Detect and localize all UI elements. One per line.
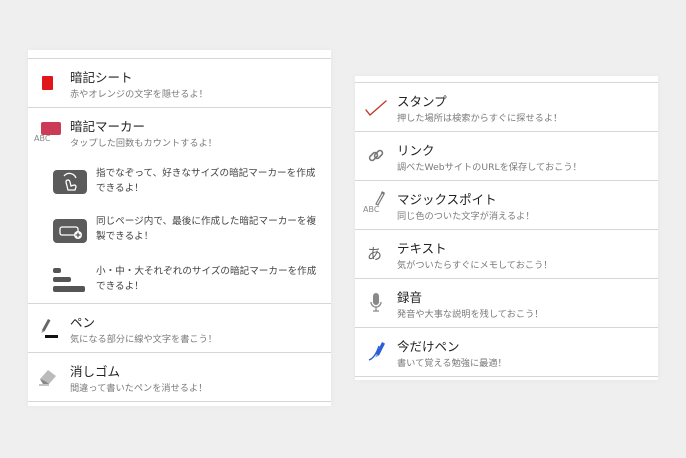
tool-title: 暗記シート [70, 70, 133, 85]
tool-desc: 調べたWebサイトのURLを保存しておこう！ [397, 162, 582, 173]
tool-desc: 気になる部分に線や文字を書こう！ [70, 334, 217, 345]
separator [28, 401, 331, 402]
tool-title: スタンプ [397, 94, 447, 109]
abc-label: ABC [363, 205, 380, 214]
tool-magic-eyedropper[interactable]: ABC マジックスポイト 同じ色のついた文字が消えるよ！ [355, 181, 658, 229]
red-sheet-icon [42, 76, 53, 90]
tool-desc: タップした回数もカウントするよ！ [70, 138, 217, 149]
tool-title: 録音 [397, 290, 423, 305]
marker-option-duplicate[interactable]: 同じページ内で、最後に作成した暗記マーカーを複製できるよ！ [28, 208, 331, 254]
tool-desc: 同じ色のついた文字が消えるよ！ [397, 211, 535, 222]
tool-stamp[interactable]: スタンプ 押した場所は検索からすぐに探せるよ！ [355, 83, 658, 131]
temp-pen-icon [365, 338, 389, 364]
tool-link[interactable]: リンク 調べたWebサイトのURLを保存しておこう！ [355, 132, 658, 180]
tool-text[interactable]: あ テキスト 気がついたらすぐにメモしておこう！ [355, 230, 658, 278]
option-desc: 小・中・大それぞれのサイズの暗記マーカーを作成できるよ！ [96, 266, 317, 292]
tool-title: ペン [70, 315, 96, 330]
right-tools-panel: スタンプ 押した場所は検索からすぐに探せるよ！ リンク 調べたWebサイトのUR… [355, 76, 658, 380]
tool-desc: 押した場所は検索からすぐに探せるよ！ [397, 113, 563, 124]
tool-desc: 間違って書いたペンを消せるよ！ [70, 383, 208, 394]
tool-eraser[interactable]: 消しゴム 間違って書いたペンを消せるよ！ [28, 353, 331, 401]
tool-desc: 書いて覚える勉強に最適！ [397, 358, 507, 369]
tool-title: 今だけペン [397, 339, 460, 354]
text-a-icon: あ [367, 245, 383, 263]
option-desc: 指でなぞって、好きなサイズの暗記マーカーを作成できるよ！ [96, 168, 316, 194]
tool-title: リンク [397, 143, 435, 158]
pen-icon [38, 316, 60, 340]
tool-pen[interactable]: ペン 気になる部分に線や文字を書こう！ [28, 304, 331, 352]
eraser-icon [37, 367, 59, 387]
tool-desc: 気がついたらすぐにメモしておこう！ [397, 260, 553, 271]
separator [355, 376, 658, 377]
check-stamp-icon [364, 97, 388, 117]
microphone-icon [369, 292, 383, 314]
marker-option-trace[interactable]: 指でなぞって、好きなサイズの暗記マーカーを作成できるよ！ [28, 160, 331, 206]
tool-temporary-pen[interactable]: 今だけペン 書いて覚える勉強に最適！ [355, 328, 658, 376]
link-icon [367, 147, 385, 165]
left-tools-panel: 暗記シート 赤やオレンジの文字を隠せるよ！ ABC 暗記マーカー タップした回数… [28, 50, 331, 406]
finger-trace-icon [53, 170, 87, 194]
tool-anki-marker[interactable]: ABC 暗記マーカー タップした回数もカウントするよ！ [28, 108, 331, 156]
tool-title: 暗記マーカー [70, 119, 146, 134]
tool-desc: 赤やオレンジの文字を隠せるよ！ [70, 89, 208, 100]
tool-title: 消しゴム [70, 364, 121, 379]
marker-option-sizes[interactable]: 小・中・大それぞれのサイズの暗記マーカーを作成できるよ！ [28, 258, 331, 304]
duplicate-marker-icon [53, 219, 87, 243]
abc-label: ABC [34, 134, 51, 143]
tool-title: テキスト [397, 241, 447, 256]
option-desc: 同じページ内で、最後に作成した暗記マーカーを複製できるよ！ [96, 216, 317, 242]
tool-desc: 発音や大事な説明を残しておこう！ [397, 309, 544, 320]
size-bars-icon [53, 268, 87, 294]
tool-recording[interactable]: 録音 発音や大事な説明を残しておこう！ [355, 279, 658, 327]
tool-anki-sheet[interactable]: 暗記シート 赤やオレンジの文字を隠せるよ！ [28, 59, 331, 107]
tool-title: マジックスポイト [397, 192, 497, 207]
